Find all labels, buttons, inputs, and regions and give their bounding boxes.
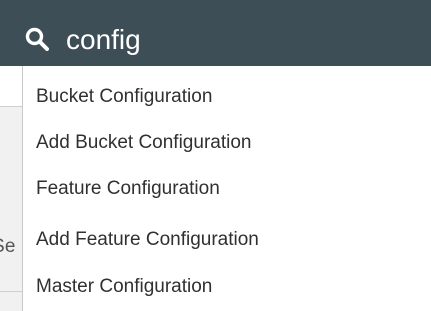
suggestion-add-feature-configuration[interactable]: Add Feature Configuration [36,225,259,255]
suggestion-feature-configuration[interactable]: Feature Configuration [36,174,220,204]
suggestion-bucket-configuration[interactable]: Bucket Configuration [36,82,212,112]
background-panel [0,106,23,311]
divider [0,291,22,292]
divider [0,106,22,107]
search-icon[interactable] [25,27,49,51]
search-input[interactable] [66,24,406,56]
search-suggestions-dropdown: Bucket Configuration Add Bucket Configur… [22,66,431,311]
background-partial-text: Se [0,236,16,257]
suggestion-add-bucket-configuration[interactable]: Add Bucket Configuration [36,128,251,158]
suggestion-master-configuration[interactable]: Master Configuration [36,272,212,302]
search-bar[interactable] [0,0,431,66]
